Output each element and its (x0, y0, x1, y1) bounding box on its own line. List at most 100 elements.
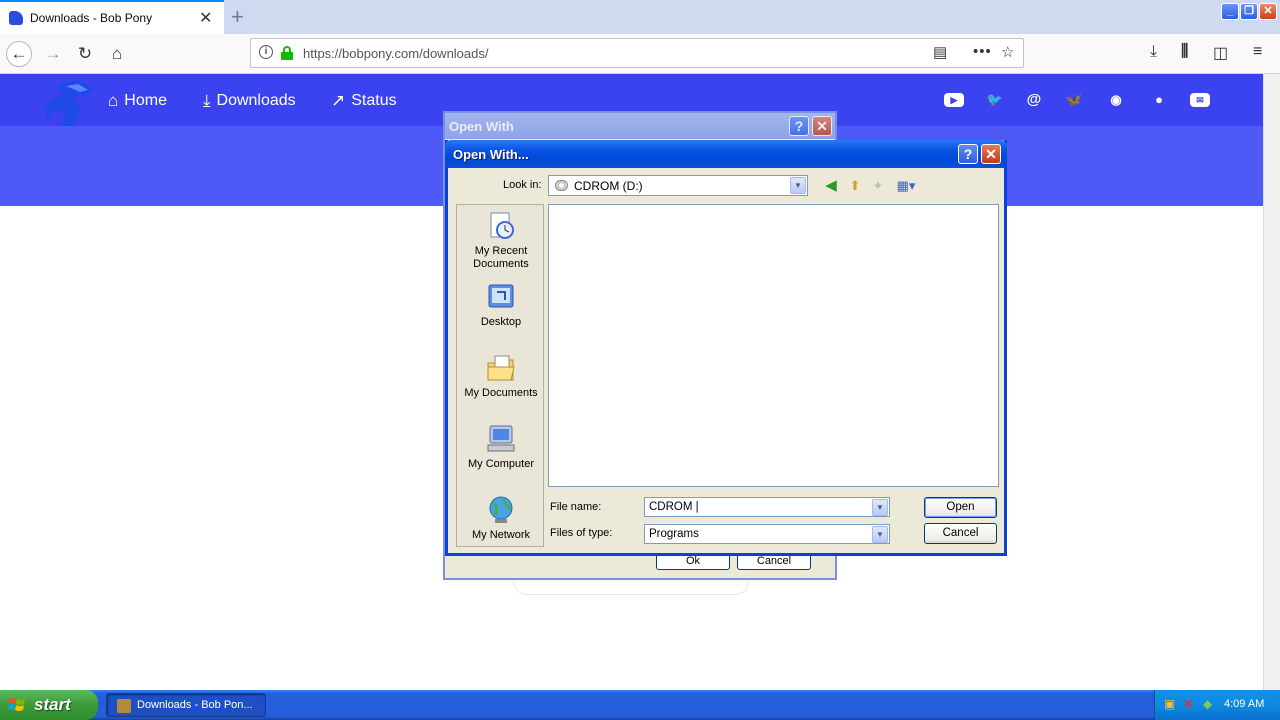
back-arrow-icon[interactable]: ◀ (822, 177, 840, 195)
files-of-type-value: Programs (649, 528, 699, 540)
restore-icon[interactable]: ❐ (1240, 3, 1258, 20)
clock[interactable]: 4:09 AM (1224, 698, 1264, 710)
place-my-network[interactable]: My Network (457, 495, 545, 542)
place-label: Desktop (480, 316, 522, 328)
window-close-icon[interactable]: ✕ (1259, 3, 1277, 20)
start-label: start (34, 695, 71, 714)
site-favicon-icon (9, 11, 23, 25)
browser-tab[interactable]: Downloads - Bob Pony ✕ (0, 0, 224, 34)
windows-logo-icon (8, 698, 25, 711)
place-my-documents[interactable]: My Documents (457, 353, 545, 400)
open-with-dialog: Open With... ? ✕ Look in: CDROM (D:) ▼ ◀… (445, 140, 1007, 556)
info-icon[interactable]: i (259, 45, 273, 59)
nav-home-label: Home (124, 92, 167, 109)
look-in-label: Look in: (503, 179, 542, 191)
dialog-titlebar[interactable]: Open With... ? ✕ (445, 140, 1007, 168)
tab-title: Downloads - Bob Pony (30, 11, 153, 25)
place-label: My Computer (467, 458, 535, 470)
place-label: My Recent Documents (473, 245, 529, 270)
download-icon: ⤓ (203, 91, 211, 110)
recent-documents-icon (485, 211, 517, 241)
start-button[interactable]: start (0, 690, 98, 720)
library-icon[interactable]: ⫼ (1181, 43, 1188, 61)
close-icon[interactable]: ✕ (981, 144, 1001, 164)
cancel-button[interactable]: Cancel (924, 523, 997, 544)
url-text[interactable]: https://bobpony.com/downloads/ (303, 46, 489, 61)
reload-icon[interactable]: ↻ (72, 41, 98, 67)
place-desktop[interactable]: Desktop (457, 282, 545, 329)
new-folder-icon[interactable]: ✦ (869, 177, 887, 195)
bob-pony-logo-icon[interactable] (44, 80, 96, 128)
file-name-input[interactable]: CDROM | ▼ (644, 497, 890, 517)
page-scrollbar[interactable] (1263, 74, 1280, 690)
cdrom-drive-icon (555, 180, 568, 191)
place-label: My Network (471, 529, 531, 541)
bluesky-icon[interactable]: 🦋 (1064, 91, 1084, 109)
trend-icon: ↗ (331, 91, 346, 110)
close-icon[interactable]: ✕ (812, 116, 832, 136)
file-name-value: CDROM | (649, 501, 699, 513)
home-icon[interactable]: ⌂ (104, 41, 130, 67)
help-icon[interactable]: ? (958, 144, 978, 164)
desktop-icon (485, 282, 517, 312)
menu-icon[interactable]: ≡ (1253, 43, 1262, 61)
system-tray: ▣ ✕ ◆ 4:09 AM (1154, 690, 1280, 720)
file-name-label: File name: (550, 501, 602, 513)
lock-icon (281, 46, 293, 60)
taskbar: start Downloads - Bob Pon... ▣ ✕ ◆ 4:09 … (0, 690, 1280, 720)
home-icon: ⌂ (108, 91, 119, 110)
taskbar-item-firefox[interactable]: Downloads - Bob Pon... (106, 693, 266, 717)
bookmark-star-icon[interactable]: ☆ (1001, 43, 1014, 61)
update-icon[interactable]: ◆ (1201, 697, 1214, 711)
firefox-icon (117, 699, 131, 713)
nav-downloads-link[interactable]: ⤓ Downloads (203, 91, 296, 111)
places-bar: My Recent Documents Desktop My Documents… (456, 204, 544, 547)
nav-downloads-label: Downloads (216, 92, 296, 109)
forward-icon[interactable]: → (40, 41, 66, 67)
taskbar-item-label: Downloads - Bob Pon... (137, 699, 253, 711)
reader-view-icon[interactable]: ▤ (933, 43, 947, 61)
up-folder-icon[interactable]: ⬆ (846, 177, 864, 195)
dialog-title: Open With... (453, 147, 529, 162)
files-of-type-select[interactable]: Programs ▼ (644, 524, 890, 544)
minimize-icon[interactable]: _ (1221, 3, 1239, 20)
place-my-computer[interactable]: My Computer (457, 424, 545, 471)
file-list[interactable] (548, 204, 999, 487)
my-network-icon (485, 495, 517, 525)
nav-status-link[interactable]: ↗ Status (331, 91, 397, 111)
security-alert-icon[interactable]: ✕ (1182, 697, 1195, 711)
back-icon[interactable]: ← (6, 41, 32, 67)
chevron-down-icon[interactable]: ▼ (872, 526, 888, 543)
view-menu-icon[interactable]: ▦▾ (894, 177, 918, 195)
email-icon[interactable]: ✉ (1190, 93, 1210, 107)
my-documents-icon (485, 353, 517, 383)
youtube-icon[interactable]: ▶ (944, 93, 964, 107)
look-in-dropdown[interactable]: CDROM (D:) ▼ (548, 175, 808, 196)
tab-strip: Downloads - Bob Pony ✕ + _ ❐ ✕ (0, 0, 1280, 34)
page-actions-icon[interactable]: ••• (973, 43, 992, 60)
background-dialog-title: Open With (449, 119, 514, 134)
mastodon-icon[interactable]: @ (1024, 91, 1044, 109)
help-icon[interactable]: ? (789, 116, 809, 136)
github-icon[interactable]: ● (1149, 91, 1169, 109)
place-recent-documents[interactable]: My Recent Documents (457, 211, 545, 271)
twitter-icon[interactable]: 🐦 (985, 91, 1005, 109)
sidebar-icon[interactable]: ◫ (1213, 43, 1228, 63)
look-in-value: CDROM (D:) (574, 179, 643, 193)
tab-close-icon[interactable]: ✕ (199, 8, 212, 28)
background-dialog-titlebar[interactable]: Open With ? ✕ (445, 113, 835, 139)
files-of-type-label: Files of type: (550, 527, 613, 539)
place-label: My Documents (464, 387, 538, 399)
downloads-icon[interactable]: ⤓ (1150, 43, 1157, 61)
chevron-down-icon[interactable]: ▼ (872, 499, 888, 516)
my-computer-icon (485, 424, 517, 454)
network-icon[interactable]: ▣ (1163, 697, 1176, 711)
new-tab-icon[interactable]: + (231, 4, 244, 30)
nav-home-link[interactable]: ⌂ Home (108, 91, 167, 111)
nav-status-label: Status (351, 92, 397, 109)
discord-icon[interactable]: ◉ (1106, 91, 1126, 109)
open-button[interactable]: Open (924, 497, 997, 518)
chevron-down-icon[interactable]: ▼ (790, 177, 806, 194)
url-bar[interactable]: i https://bobpony.com/downloads/ ▤ ••• ☆ (250, 38, 1024, 68)
navigation-toolbar: ← → ↻ ⌂ i https://bobpony.com/downloads/… (0, 34, 1280, 74)
